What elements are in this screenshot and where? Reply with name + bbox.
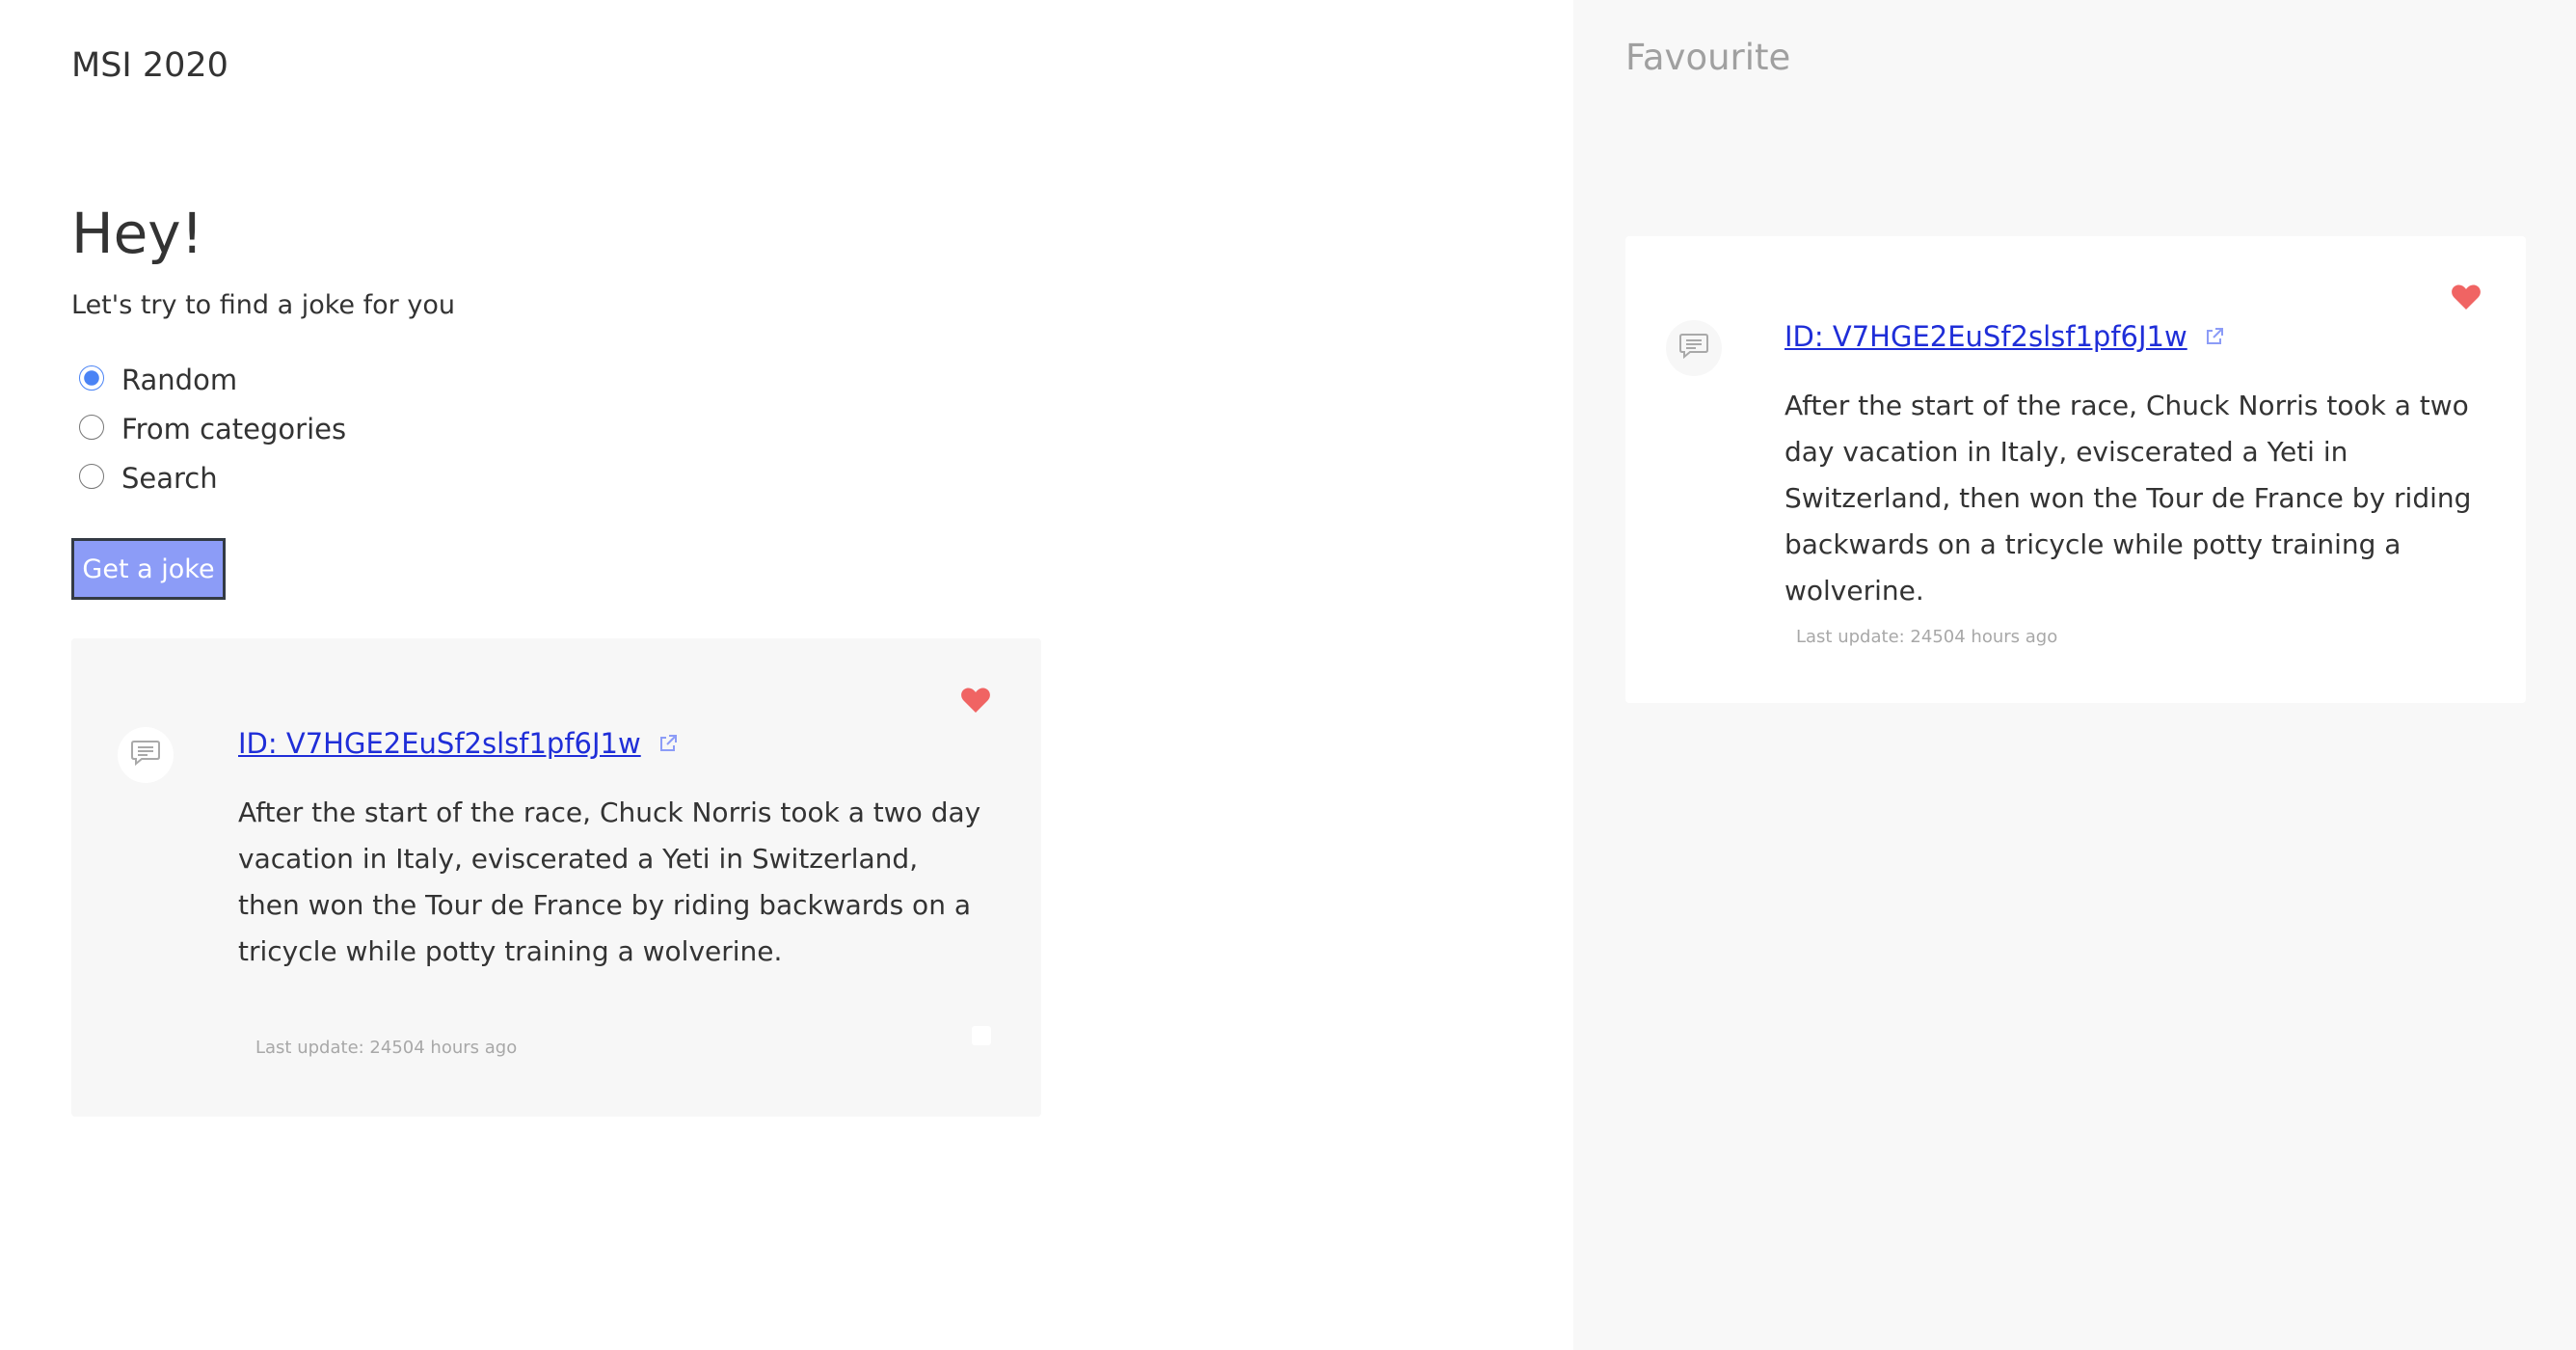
- radio-label-random[interactable]: Random: [121, 364, 237, 396]
- favourite-title: Favourite: [1625, 37, 1791, 78]
- favourite-joke-id-link[interactable]: ID: V7HGE2EuSf2slsf1pf6J1w: [1784, 320, 2187, 353]
- brand-title: MSI 2020: [71, 46, 228, 85]
- radio-label-search[interactable]: Search: [121, 462, 218, 495]
- radio-random[interactable]: [79, 364, 104, 391]
- joke-card: ID: V7HGE2EuSf2slsf1pf6J1w After the sta…: [71, 638, 1041, 1117]
- message-icon: [1678, 333, 1709, 364]
- radio-option-random[interactable]: Random: [79, 353, 346, 402]
- message-icon: [130, 740, 161, 770]
- radio-label-categories[interactable]: From categories: [121, 413, 346, 446]
- external-link-icon[interactable]: [2205, 327, 2224, 346]
- joke-source-radio-group: Random From categories Search: [79, 353, 346, 500]
- joke-text: After the start of the race, Chuck Norri…: [238, 796, 981, 967]
- radio-search[interactable]: [79, 463, 104, 489]
- joke-id-row: ID: V7HGE2EuSf2slsf1pf6J1w: [238, 727, 678, 760]
- heart-icon[interactable]: [960, 687, 991, 717]
- heart-icon[interactable]: [2451, 284, 2482, 314]
- subtitle: Let's try to find a joke for you: [71, 290, 455, 320]
- favourite-joke-text: After the start of the race, Chuck Norri…: [1784, 390, 2472, 607]
- favourite-joke-card: ID: V7HGE2EuSf2slsf1pf6J1w After the sta…: [1625, 236, 2526, 703]
- radio-option-categories[interactable]: From categories: [79, 402, 346, 451]
- joke-id-link[interactable]: ID: V7HGE2EuSf2slsf1pf6J1w: [238, 727, 641, 760]
- radio-from-categories[interactable]: [79, 414, 104, 440]
- external-link-icon[interactable]: [658, 734, 678, 753]
- radio-option-search[interactable]: Search: [79, 451, 346, 500]
- favourite-last-update: Last update: 24504 hours ago: [1796, 627, 2058, 647]
- get-joke-button[interactable]: Get a joke: [71, 538, 226, 600]
- avatar: [118, 727, 174, 783]
- favourite-joke-id-row: ID: V7HGE2EuSf2slsf1pf6J1w: [1784, 320, 2224, 353]
- greeting-heading: Hey!: [71, 201, 203, 266]
- card-checkbox[interactable]: [972, 1026, 991, 1045]
- last-update: Last update: 24504 hours ago: [255, 1038, 518, 1058]
- main-panel: MSI 2020 Hey! Let's try to find a joke f…: [0, 0, 1573, 1350]
- avatar: [1666, 320, 1722, 376]
